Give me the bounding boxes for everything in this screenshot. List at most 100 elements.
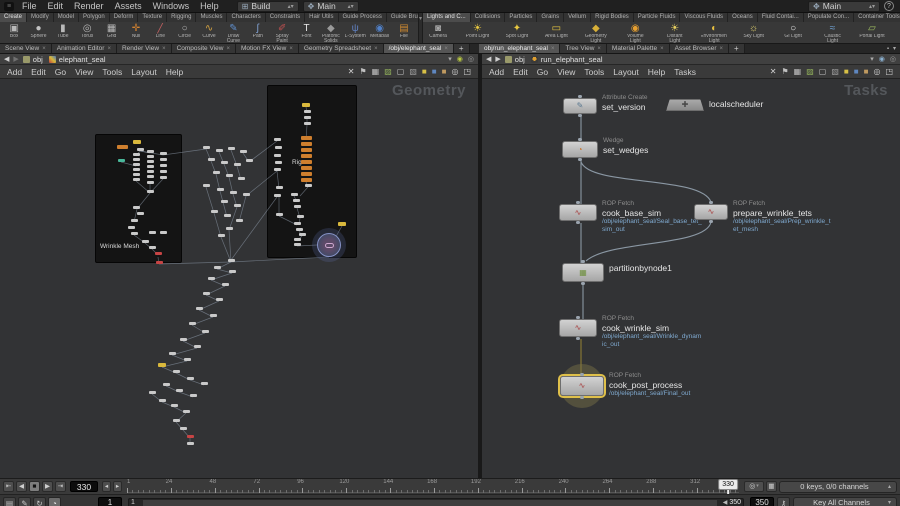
geometry-node[interactable] <box>227 146 235 150</box>
geometry-node[interactable] <box>132 152 140 156</box>
shelf-tool-box[interactable]: ▣ Box <box>2 23 26 39</box>
netmenu-view[interactable]: View <box>75 67 93 77</box>
stop-button[interactable]: ■ <box>29 481 40 492</box>
path-dropdown-icon[interactable]: ▾ <box>448 55 452 63</box>
timeline-ruler[interactable]: 1 24 48 72 96 120 144 168 192 216 240 264 288 312 330 <box>127 479 739 494</box>
geometry-node[interactable] <box>168 351 176 355</box>
display-options-icon[interactable]: ▦ <box>372 67 380 77</box>
geometry-node[interactable] <box>213 265 221 269</box>
geometry-node[interactable] <box>207 276 215 280</box>
input-connector[interactable] <box>581 260 585 263</box>
geometry-node[interactable] <box>273 153 281 157</box>
stepper-icon[interactable]: ▴▾ <box>348 3 354 10</box>
input-connector[interactable] <box>576 201 580 204</box>
shelf-tool-camera[interactable]: ◙ Camera <box>425 23 451 39</box>
geometry-node[interactable] <box>275 185 283 189</box>
geometry-node[interactable] <box>162 382 170 386</box>
new-pane-tab-button[interactable]: + <box>453 44 470 53</box>
netmenu-help[interactable]: Help <box>648 67 665 77</box>
geometry-node[interactable] <box>146 174 154 178</box>
loop-playback-icon[interactable]: ↻ <box>33 496 46 506</box>
netmenu-add[interactable]: Add <box>489 67 504 77</box>
geometry-node[interactable] <box>148 390 156 394</box>
input-connector[interactable] <box>709 201 713 204</box>
timeline-zoom-button[interactable]: ◎ ▾ <box>744 481 764 492</box>
netmenu-tools[interactable]: Tools <box>102 67 122 77</box>
geometry-node[interactable] <box>158 398 166 402</box>
shelf-tab-container-tools[interactable]: Container Tools <box>854 13 900 22</box>
geometry-node[interactable] <box>215 148 223 152</box>
geometry-node[interactable] <box>207 157 215 161</box>
geometry-node[interactable] <box>175 388 183 392</box>
path-segment-obj[interactable]: obj <box>22 55 43 64</box>
geometry-node[interactable] <box>216 187 224 191</box>
netmenu-layout[interactable]: Layout <box>613 67 639 77</box>
background-image-icon[interactable]: ■ <box>864 67 869 77</box>
close-icon[interactable]: × <box>289 46 293 52</box>
input-connector[interactable] <box>578 95 582 98</box>
shelf-tab-rigging[interactable]: Rigging <box>167 13 197 22</box>
shelf-tab-texture[interactable]: Texture <box>138 13 168 22</box>
forward-icon[interactable]: ▶ <box>495 55 500 63</box>
input-connector[interactable] <box>576 316 580 319</box>
shelf-tool-sky-light[interactable]: ☼ Sky Light <box>741 23 767 39</box>
sticky-note-icon[interactable]: ■ <box>844 67 849 77</box>
shelf-tool-platonic-solids[interactable]: ◆ Platonic Solids <box>319 23 343 43</box>
selected-rig-node[interactable] <box>317 233 341 257</box>
stepper-icon[interactable]: ▴▾ <box>869 3 875 10</box>
output-connector[interactable] <box>578 158 582 161</box>
geometry-node[interactable] <box>202 145 210 149</box>
pane-tab-render-view[interactable]: Render View × <box>116 44 172 53</box>
geometry-node[interactable] <box>183 357 191 361</box>
geometry-node[interactable] <box>132 205 140 209</box>
play-reverse-button[interactable]: ◀ <box>16 481 27 492</box>
geometry-node[interactable] <box>132 172 140 176</box>
tasks-network-canvas[interactable]: Tasks ✎ Attribute Create set_version ✚ local… <box>482 79 900 478</box>
zoom-icon[interactable]: ◎ <box>873 67 880 77</box>
geometry-node[interactable] <box>133 140 141 144</box>
close-icon[interactable]: × <box>720 46 724 52</box>
top-node-prepare_wrinkle_tets[interactable]: ∿ <box>694 201 728 223</box>
key-mode-combo[interactable]: Key All Channels ▾ <box>793 496 897 506</box>
geometry-node[interactable] <box>295 227 303 231</box>
shelf-tab-oceans[interactable]: Oceans <box>728 13 758 22</box>
shelf-tool-distant-light[interactable]: ☀ Distant Light <box>662 23 688 43</box>
geometry-node[interactable] <box>338 222 346 226</box>
geometry-node[interactable] <box>116 145 128 149</box>
geometry-node[interactable] <box>136 147 144 151</box>
netmenu-go[interactable]: Go <box>537 67 548 77</box>
shelf-tool-circle[interactable]: ○ Circle <box>173 23 197 39</box>
pane-tab-material-palette[interactable]: Material Palette × <box>606 44 670 53</box>
menu-edit[interactable]: Edit <box>48 1 64 11</box>
top-node-cook_base_sim[interactable]: ∿ <box>559 201 597 224</box>
forward-icon[interactable]: ▶ <box>13 55 18 63</box>
current-frame-field[interactable]: 330 <box>70 481 98 492</box>
geometry-node[interactable] <box>302 103 310 107</box>
thumbnail-icon[interactable]: ▨ <box>384 67 392 77</box>
close-icon[interactable]: × <box>597 46 601 52</box>
geometry-node[interactable] <box>172 369 180 373</box>
pane-tab-asset-browser[interactable]: Asset Browser × <box>669 44 730 53</box>
shelf-tab-fluid-contai-[interactable]: Fluid Contai... <box>757 13 804 22</box>
shelf-tab-guide-brushes[interactable]: Guide Brushes <box>386 13 418 22</box>
pane-tab-geometry-spreadsheet[interactable]: Geometry Spreadsheet × <box>298 44 384 53</box>
network-box-icon[interactable]: ■ <box>854 67 859 77</box>
sticky-note-icon[interactable]: ■ <box>422 67 427 77</box>
tree-view-icon[interactable]: ⚑ <box>360 67 367 77</box>
shelf-tab-rigid-bodies[interactable]: Rigid Bodies <box>591 13 634 22</box>
shelf-tool-line[interactable]: ╱ Line <box>148 23 172 39</box>
geometry-network-canvas[interactable]: Geometry Wrinkle Mesh Rig <box>0 79 478 478</box>
path-segment-run_elephant_seal[interactable]: run_elephant_seal <box>530 55 603 64</box>
geometry-node[interactable] <box>179 426 187 430</box>
shelf-tool-curve[interactable]: ∿ Curve <box>197 23 221 39</box>
geometry-node[interactable] <box>300 148 312 152</box>
shelf-tab-deform[interactable]: Deform <box>109 13 139 22</box>
zoom-icon[interactable]: ◎ <box>451 67 458 77</box>
close-icon[interactable]: × <box>374 46 378 52</box>
menu-render[interactable]: Render <box>74 1 104 11</box>
top-node-cook_post_process[interactable]: ∿ <box>560 373 604 399</box>
shelf-tool-portal-light[interactable]: ▱ Portal Light <box>859 23 885 39</box>
shelf-tab-grains[interactable]: Grains <box>537 13 565 22</box>
netmenu-add[interactable]: Add <box>7 67 22 77</box>
shelf-tool-environment-light[interactable]: ◐ Environment Light <box>701 23 727 43</box>
